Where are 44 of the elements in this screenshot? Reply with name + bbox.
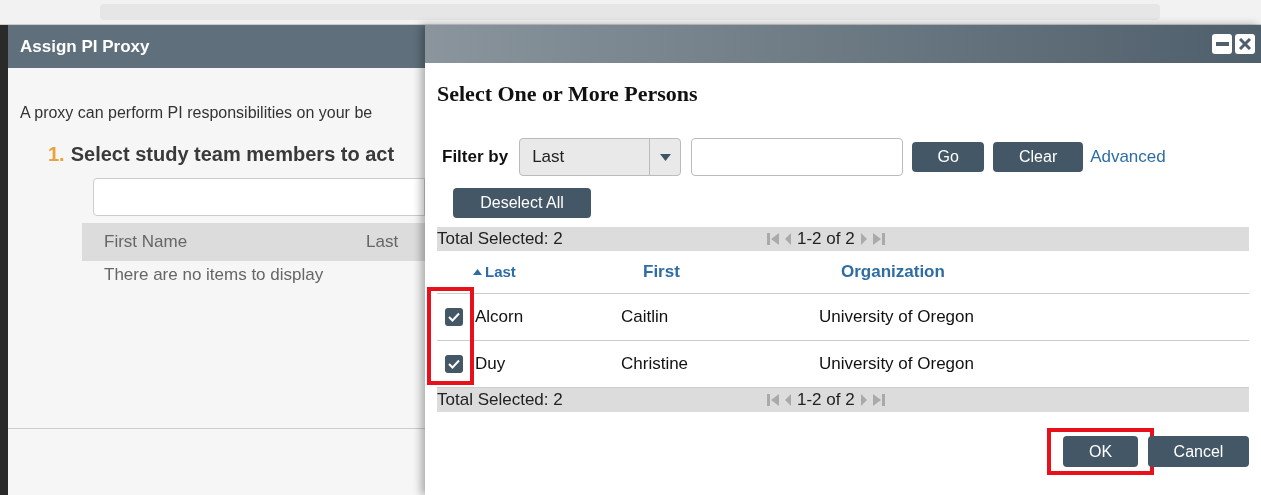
column-header[interactable]: Organization: [841, 259, 945, 285]
page-range: 1-2 of 2: [797, 389, 855, 412]
total-selected: Total Selected: 2: [437, 228, 564, 251]
intro-text: A proxy can perform PI responsibilities on your be: [20, 103, 374, 123]
dialog-heading: Select One or More Persons: [437, 80, 699, 108]
column-header: First Name: [104, 231, 189, 254]
table-cell-text: University of Oregon: [819, 306, 974, 329]
previous-page-icon[interactable]: [784, 393, 792, 407]
dropdown-arrow-icon: [659, 153, 671, 161]
step-heading: Select study team members to act: [70, 142, 395, 167]
empty-message: There are no items to display: [104, 264, 325, 286]
deselect-all-button[interactable]: Deselect All: [453, 188, 591, 218]
first-page-icon[interactable]: [767, 393, 780, 407]
table-cell-text: Alcorn: [475, 306, 525, 329]
advanced-link[interactable]: Advanced: [1090, 144, 1166, 170]
close-icon[interactable]: [1235, 34, 1255, 54]
column-header[interactable]: First: [643, 259, 680, 285]
clear-button[interactable]: Clear: [993, 142, 1084, 172]
filter-input[interactable]: [691, 138, 904, 176]
first-page-icon[interactable]: [767, 232, 780, 246]
filter-label: Filter by: [442, 146, 509, 169]
row-checkbox[interactable]: [445, 308, 463, 326]
go-button[interactable]: Go: [912, 142, 985, 172]
table-cell-text: University of Oregon: [819, 353, 974, 376]
next-page-icon[interactable]: [859, 232, 868, 246]
last-page-icon[interactable]: [871, 393, 885, 407]
column-header: Last: [366, 231, 399, 254]
dialog-button[interactable]: Cancel: [1148, 436, 1249, 467]
minimize-icon[interactable]: [1212, 34, 1232, 54]
page-range: 1-2 of 2: [797, 228, 855, 251]
table-cell-text: Duy: [475, 353, 507, 376]
dialog-button[interactable]: OK: [1063, 436, 1138, 467]
search-field[interactable]: [93, 178, 425, 216]
step-number: 1.: [48, 142, 65, 167]
row-checkbox[interactable]: [445, 355, 463, 373]
next-page-icon[interactable]: [859, 393, 868, 407]
column-header[interactable]: Last: [485, 260, 516, 284]
table-cell-text: Christine: [621, 353, 690, 376]
total-selected: Total Selected: 2: [437, 389, 564, 412]
filter-select[interactable]: Last: [519, 138, 682, 176]
table-cell-text: Caitlin: [621, 306, 670, 329]
last-page-icon[interactable]: [871, 232, 885, 246]
panel-title: Assign PI Proxy: [20, 35, 150, 58]
previous-page-icon[interactable]: [784, 232, 792, 246]
